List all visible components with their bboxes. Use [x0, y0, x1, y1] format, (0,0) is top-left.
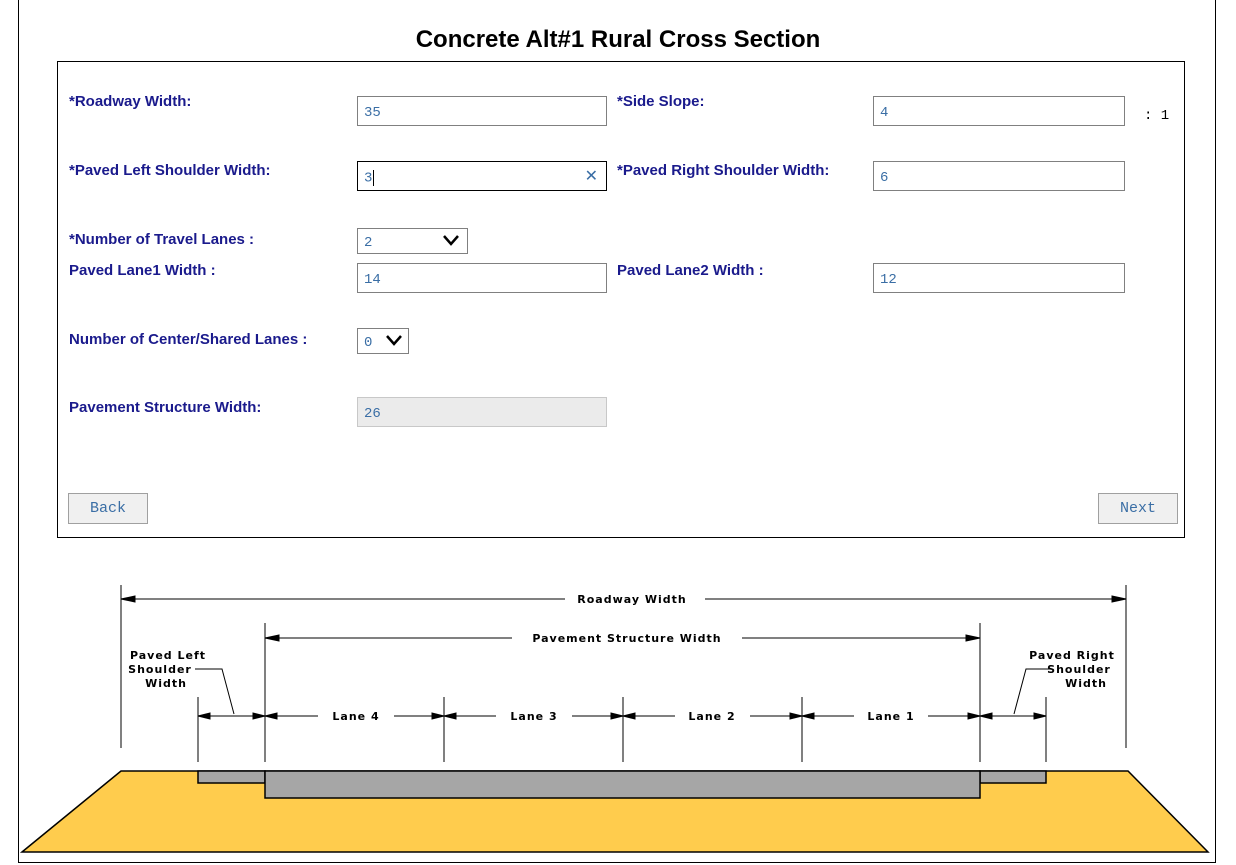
extension-lines — [120, 585, 1127, 762]
lane-3-label: Lane 3 — [510, 710, 557, 723]
cross-section-diagram: Roadway Width Pavement Structure Width L… — [19, 585, 1210, 853]
right-shoulder-label-line2: Shoulder — [1047, 663, 1111, 676]
left-shoulder-label-line3: Width — [145, 677, 187, 690]
roadway-width-dim-label: Roadway Width — [577, 593, 686, 606]
right-shoulder-label-line3: Width — [1065, 677, 1107, 690]
lane-1-label: Lane 1 — [867, 710, 914, 723]
left-shoulder-label-line1: Paved Left — [130, 649, 206, 662]
right-shoulder-leader — [1013, 668, 1050, 715]
right-shoulder-shape — [979, 770, 1047, 784]
left-shoulder-leader — [195, 668, 235, 715]
left-shoulder-label-line2: Shoulder — [128, 663, 192, 676]
pavement-structure-width-dim-label: Pavement Structure Width — [532, 632, 721, 645]
lane-2-label: Lane 2 — [688, 710, 735, 723]
pavement-shape — [264, 770, 981, 799]
lane-4-label: Lane 4 — [332, 710, 379, 723]
left-shoulder-shape — [197, 770, 266, 784]
lane-dimension-lines — [197, 712, 1047, 720]
right-shoulder-label-line1: Paved Right — [1029, 649, 1115, 662]
